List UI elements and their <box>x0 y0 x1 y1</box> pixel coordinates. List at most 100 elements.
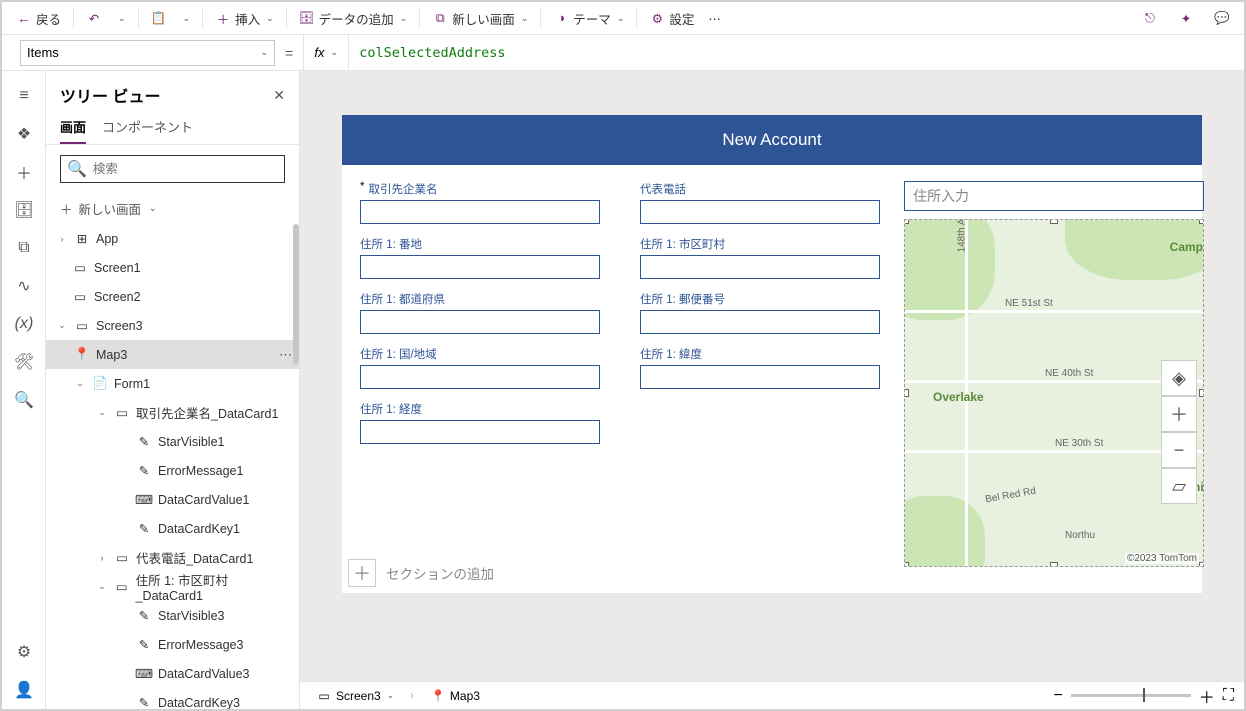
hamburger-button[interactable]: ≡ <box>2 77 46 115</box>
tree-item-errormessage1[interactable]: ✎ErrorMessage1 <box>46 456 299 485</box>
tree-item-starvisible1[interactable]: ✎StarVisible1 <box>46 427 299 456</box>
insert-button[interactable]: ＋ 挿入 ⌄ <box>209 5 280 32</box>
variables-rail-button[interactable]: (x) <box>2 305 46 343</box>
selection-handle[interactable] <box>1199 562 1204 567</box>
input-company[interactable] <box>360 200 600 224</box>
map-zoom-in-button[interactable]: ＋ <box>1161 396 1197 432</box>
add-section-button[interactable]: ＋ セクションの追加 <box>348 559 494 587</box>
input-country[interactable] <box>360 365 600 389</box>
overflow-button[interactable]: ⋯ <box>702 7 727 30</box>
fx-button[interactable]: fx ⌄ <box>303 35 349 71</box>
tree-item-datacardvalue1[interactable]: ⌨DataCardValue1 <box>46 485 299 514</box>
field-postal: 住所 1: 郵便番号 <box>640 291 880 334</box>
plus-icon: ＋ <box>60 199 73 218</box>
field-longitude: 住所 1: 経度 <box>360 401 600 444</box>
settings-button[interactable]: ⚙ 設定 <box>643 5 700 32</box>
input-state[interactable] <box>360 310 600 334</box>
theme-button[interactable]: ◑ テーマ ⌄ <box>547 5 630 32</box>
tree-item-starvisible3[interactable]: ✎StarVisible3 <box>46 601 299 630</box>
zoom-in-button[interactable]: ＋ <box>1199 684 1215 708</box>
new-screen-button[interactable]: ⧉ 新しい画面 ⌄ <box>426 5 534 32</box>
field-state: 住所 1: 都道府県 <box>360 291 600 334</box>
settings-label: 設定 <box>669 9 694 28</box>
comments-button[interactable]: 💬 <box>1208 6 1236 30</box>
map-control[interactable]: 148th A NE 51st St NE 40th St NE 30th St… <box>904 219 1204 567</box>
selection-handle[interactable] <box>1199 389 1204 397</box>
tools-rail-button[interactable]: 🛠 <box>2 343 46 381</box>
map-pitch-button[interactable]: ▱ <box>1161 468 1197 504</box>
fit-button[interactable]: ⛶ <box>1223 687 1234 705</box>
tree-item-form1[interactable]: ⌄📄Form1 <box>46 369 299 398</box>
selection-handle[interactable] <box>904 219 909 224</box>
tree-item-datacardvalue3[interactable]: ⌨DataCardValue3 <box>46 659 299 688</box>
back-button[interactable]: ← 戻る <box>10 5 67 32</box>
gear-icon: ⚙ <box>649 10 665 26</box>
tree-item-datacard-company[interactable]: ⌄▭取引先企業名_DataCard1 <box>46 398 299 427</box>
settings-rail-button[interactable]: ⚙ <box>2 633 46 671</box>
fx-label: fx <box>314 45 324 60</box>
zoom-slider-thumb[interactable] <box>1143 688 1145 702</box>
input-icon: ⌨ <box>136 493 152 507</box>
zoom-out-button[interactable]: − <box>1053 687 1062 705</box>
map-road-label: Bel Red Rd <box>984 486 1036 506</box>
map-compass-button[interactable]: ◈ <box>1161 360 1197 396</box>
input-longitude[interactable] <box>360 420 600 444</box>
input-phone[interactable] <box>640 200 880 224</box>
tree-scrollbar[interactable] <box>293 224 299 364</box>
input-latitude[interactable] <box>640 365 880 389</box>
zoom-slider[interactable] <box>1071 694 1191 697</box>
selection-handle[interactable] <box>1050 562 1058 567</box>
tab-components[interactable]: コンポーネント <box>102 117 193 144</box>
tree-search-input[interactable] <box>93 162 278 176</box>
formula-input[interactable]: colSelectedAddress <box>349 35 1244 71</box>
tree-item-app[interactable]: ›⊞App <box>46 224 299 253</box>
flows-rail-button[interactable]: ∿ <box>2 267 46 305</box>
copilot-button[interactable]: ✦ <box>1172 6 1200 30</box>
breadcrumb-screen3[interactable]: ▭Screen3⌄ <box>310 687 400 705</box>
new-screen-tree-button[interactable]: ＋ 新しい画面 ⌄ <box>46 193 299 224</box>
close-panel-button[interactable]: ✕ <box>273 87 285 104</box>
add-data-button[interactable]: 🗄 データの追加 ⌄ <box>293 5 414 32</box>
tab-screens[interactable]: 画面 <box>60 117 86 144</box>
tree-item-datacardkey1[interactable]: ✎DataCardKey1 <box>46 514 299 543</box>
media-rail-button[interactable]: ⧉ <box>2 229 46 267</box>
input-city[interactable] <box>640 255 880 279</box>
screen-title: New Account <box>722 130 821 150</box>
tree-item-screen2[interactable]: ▭Screen2 <box>46 282 299 311</box>
tree-item-screen3[interactable]: ⌄▭Screen3 <box>46 311 299 340</box>
selection-handle[interactable] <box>904 389 909 397</box>
selection-handle[interactable] <box>1050 219 1058 224</box>
property-selector[interactable]: Items ⌄ <box>20 40 275 66</box>
address-input[interactable]: 住所入力 <box>904 181 1204 211</box>
tree-search[interactable]: 🔍 <box>60 155 285 183</box>
tree-item-screen1[interactable]: ▭Screen1 <box>46 253 299 282</box>
insert-rail-button[interactable]: ＋ <box>2 153 46 191</box>
paste-button[interactable]: 📋 <box>145 6 173 30</box>
hamburger-icon: ≡ <box>19 87 28 105</box>
tree-item-errormessage3[interactable]: ✎ErrorMessage3 <box>46 630 299 659</box>
tree-item-map3[interactable]: 📍Map3⋯ <box>46 340 299 369</box>
account-rail-button[interactable]: 👤 <box>2 671 46 709</box>
breadcrumb-map3[interactable]: 📍Map3 <box>424 687 486 705</box>
data-rail-button[interactable]: 🗄 <box>2 191 46 229</box>
tree-item-datacardkey3[interactable]: ✎DataCardKey3 <box>46 688 299 709</box>
undo-dropdown[interactable]: ⌄ <box>110 9 132 28</box>
tree-view-button[interactable]: ❖ <box>2 115 46 153</box>
tree-item-datacard-city[interactable]: ⌄▭住所 1: 市区町村_DataCard1 <box>46 572 299 601</box>
paste-dropdown[interactable]: ⌄ <box>175 9 197 28</box>
screen-icon: ▭ <box>72 290 88 304</box>
map-zoom-out-button[interactable]: − <box>1161 432 1197 468</box>
selection-handle[interactable] <box>904 562 909 567</box>
input-postal[interactable] <box>640 310 880 334</box>
input-street[interactable] <box>360 255 600 279</box>
add-section-label: セクションの追加 <box>386 563 494 583</box>
selection-handle[interactable] <box>1199 219 1204 224</box>
search-rail-button[interactable]: 🔍 <box>2 381 46 419</box>
separator <box>636 8 637 28</box>
undo-button[interactable]: ↶ <box>80 6 108 30</box>
item-more-button[interactable]: ⋯ <box>279 347 293 363</box>
tree-item-datacard-phone[interactable]: ›▭代表電話_DataCard1 <box>46 543 299 572</box>
share-button[interactable]: ⎋ <box>1136 6 1164 30</box>
chevron-right-icon: › <box>56 234 68 244</box>
app-screen[interactable]: New Account *取引先企業名 住所 1: 番地 <box>342 115 1202 593</box>
